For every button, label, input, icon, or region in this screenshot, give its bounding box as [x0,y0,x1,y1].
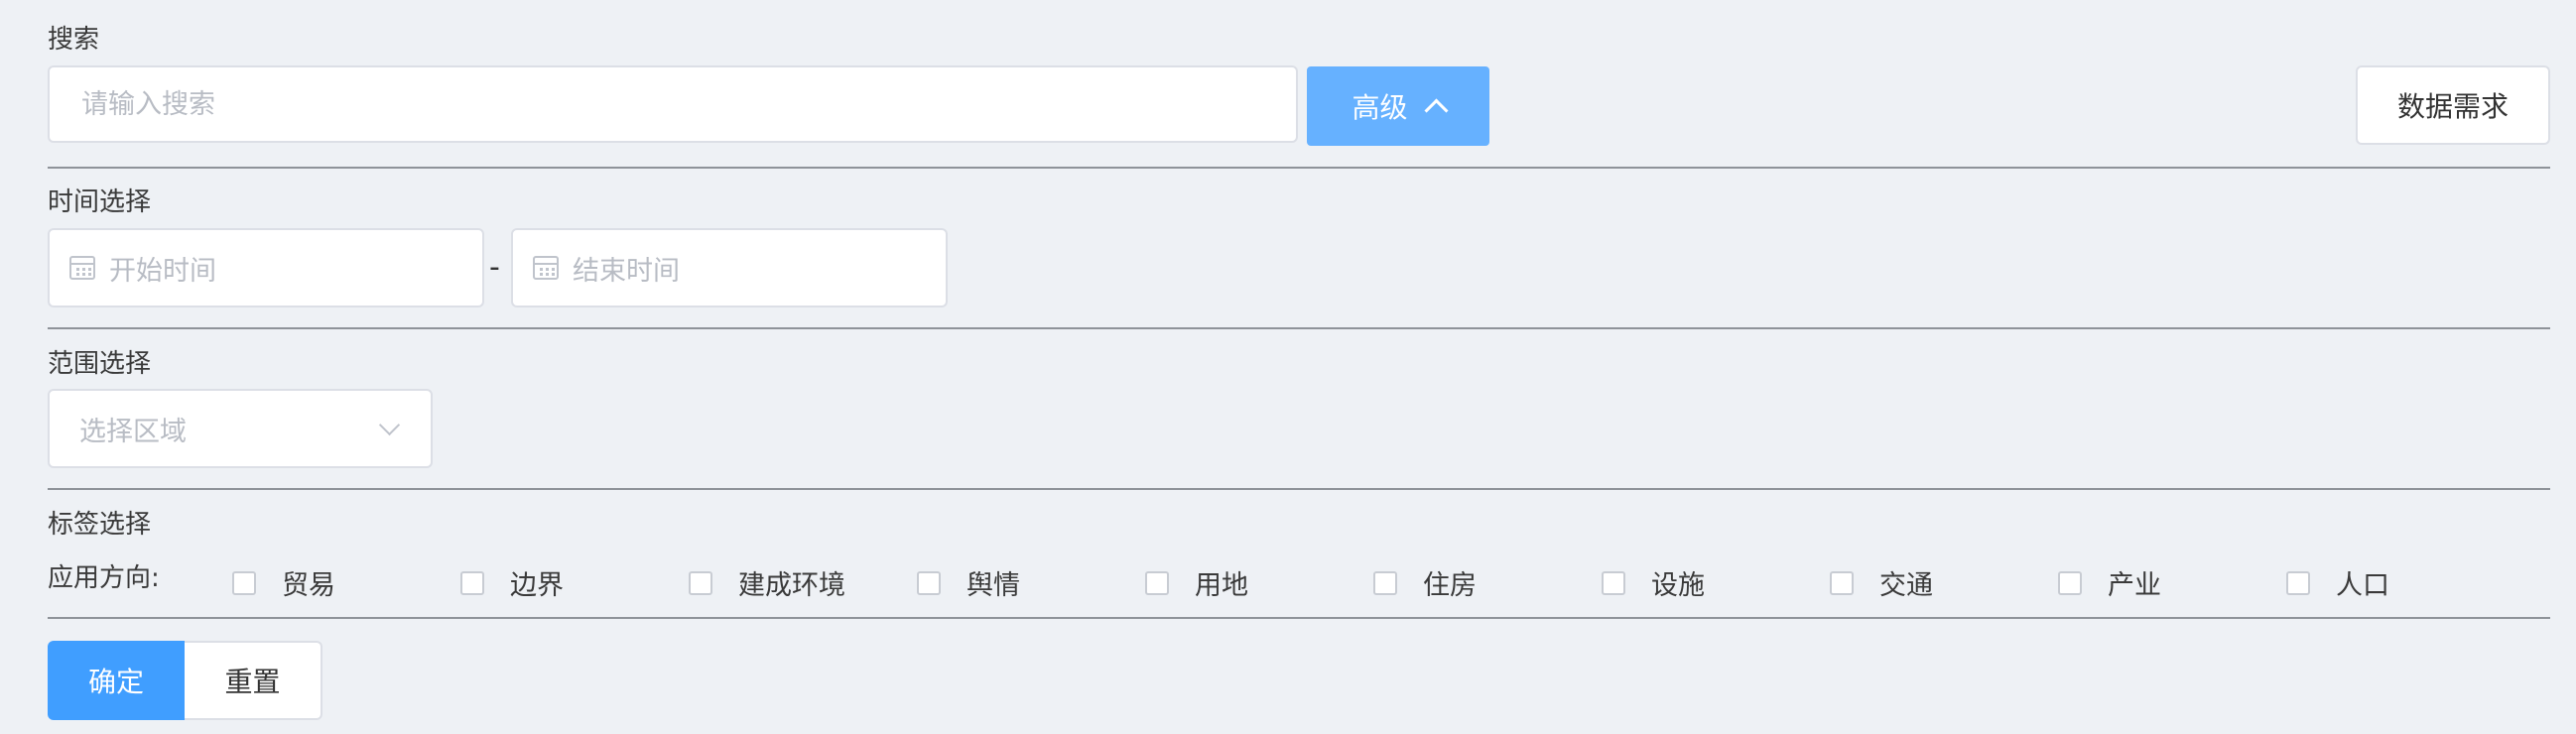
checkbox-icon[interactable] [2286,570,2310,595]
chevron-up-icon [1423,97,1449,123]
checkbox-icon[interactable] [917,570,941,595]
checkbox-icon[interactable] [232,570,256,595]
tag-label: 舆情 [966,570,1020,601]
tag-checkbox-industry[interactable]: 产业 [2058,563,2161,602]
divider [48,617,2550,619]
checkbox-icon[interactable] [1373,570,1397,595]
reset-button[interactable]: 重置 [185,641,322,720]
calendar-icon [69,256,95,280]
tag-label: 边界 [510,570,564,601]
end-date-placeholder: 结束时间 [573,255,680,287]
tag-label: 设施 [1651,570,1705,601]
checkbox-icon[interactable] [2058,570,2082,595]
tag-checkbox-facilities[interactable]: 设施 [1602,563,1705,602]
calendar-icon [533,256,559,280]
tag-checkbox-border[interactable]: 边界 [460,563,564,602]
advanced-button-label: 高级 [1352,91,1408,124]
end-date-input[interactable]: 结束时间 [511,228,948,307]
tag-checkbox-housing[interactable]: 住房 [1373,563,1477,602]
area-select[interactable]: 选择区域 [48,389,433,468]
tag-label: 建成环境 [738,570,845,601]
checkbox-icon[interactable] [1830,570,1854,595]
tag-label: 用地 [1195,570,1248,601]
application-direction-label: 应用方向: [48,563,160,593]
tag-checkbox-land-use[interactable]: 用地 [1145,563,1248,602]
divider [48,167,2550,169]
checkbox-icon[interactable] [460,570,484,595]
tag-label: 贸易 [282,570,335,601]
tag-label: 产业 [2108,570,2161,601]
confirm-button[interactable]: 确定 [48,641,185,720]
start-date-input[interactable]: 开始时间 [48,228,484,307]
tag-label: 人口 [2336,570,2389,601]
search-input[interactable] [48,65,1298,143]
checkbox-icon[interactable] [1145,570,1169,595]
chevron-down-icon [378,414,401,435]
tag-section-label: 标签选择 [48,510,152,540]
tag-checkbox-public-opinion[interactable]: 舆情 [917,563,1020,602]
tag-checkbox-transport[interactable]: 交通 [1830,563,1933,602]
tag-checkbox-population[interactable]: 人口 [2286,563,2389,602]
divider [48,327,2550,329]
area-select-placeholder: 选择区域 [79,416,187,447]
checkbox-icon[interactable] [689,570,712,595]
tag-label: 住房 [1423,570,1477,601]
tag-checkbox-trade[interactable]: 贸易 [232,563,335,602]
divider [48,488,2550,490]
time-section-label: 时间选择 [48,187,152,217]
checkbox-icon[interactable] [1602,570,1625,595]
data-demand-button[interactable]: 数据需求 [2356,65,2550,145]
range-section-label: 范围选择 [48,349,152,379]
advanced-button[interactable]: 高级 [1307,66,1489,146]
date-range-separator: - [489,250,500,285]
search-section-label: 搜索 [48,25,100,55]
tag-checkbox-built-environment[interactable]: 建成环境 [689,563,845,602]
tag-label: 交通 [1879,570,1933,601]
start-date-placeholder: 开始时间 [109,255,216,287]
